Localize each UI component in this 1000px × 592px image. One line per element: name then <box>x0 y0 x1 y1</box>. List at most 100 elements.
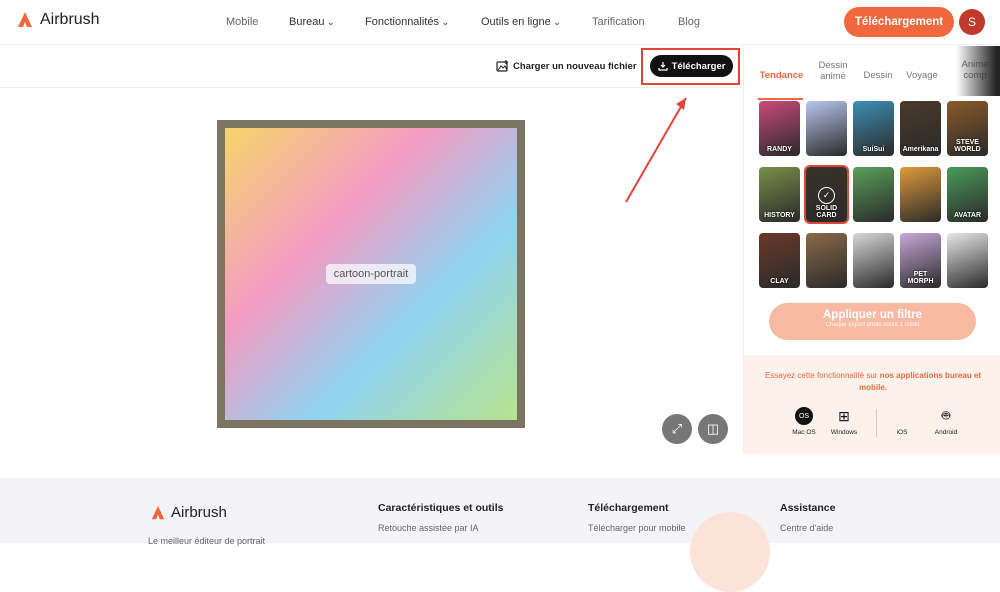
footer-column-download: Téléchargement Télécharger pour mobile <box>588 502 686 533</box>
nav-item-label: Tarification <box>592 16 645 28</box>
nav-item[interactable]: Mobile <box>226 16 258 28</box>
filter-thumbnail[interactable] <box>853 167 894 222</box>
cartoon-portrait-image: cartoon-portrait <box>225 128 517 420</box>
download-image-button[interactable]: Télécharger <box>650 55 733 77</box>
footer-link[interactable]: Centre d'aide <box>780 523 835 533</box>
download-icon <box>657 62 668 71</box>
nav-item[interactable]: Bureau ⌄ <box>289 16 335 28</box>
nav-item-label: Mobile <box>226 16 259 28</box>
editor-workspace: Charger un nouveau fichier Télécharger c… <box>0 46 743 454</box>
nav-item[interactable]: Fonctionnalités ⌄ <box>365 16 449 28</box>
compare-icon: ◫ <box>706 421 720 436</box>
user-avatar[interactable]: S <box>959 9 985 35</box>
promo-text-plain: Essayez cette fonctionnalité sur <box>764 371 878 380</box>
tab-dessin[interactable]: Dessin <box>862 70 894 81</box>
apply-filter-cost: Chaque export photo coûte 1 crédit <box>825 322 920 328</box>
download-app-button[interactable]: Téléchargement <box>844 7 954 37</box>
filter-thumbnail-label: SuiSui <box>862 146 885 153</box>
brand-logo[interactable]: Airbrush <box>16 11 100 29</box>
filter-thumbnail[interactable] <box>900 167 941 222</box>
chevron-down-icon: ⌄ <box>439 17 450 27</box>
footer-link[interactable]: Télécharger pour mobile <box>588 523 686 533</box>
tab-tendance[interactable]: Tendance <box>759 70 804 81</box>
filter-thumbnail[interactable]: STEVE WORLD <box>947 101 988 156</box>
filter-thumbnail-label: PET MORPH <box>907 271 934 285</box>
windows-icon: ⊞ <box>838 407 850 424</box>
footer-brand-logo[interactable]: Airbrush <box>150 504 227 521</box>
platform-macos[interactable]: OS Mac OS <box>784 407 824 436</box>
platform-ios-label: iOS <box>896 429 908 436</box>
apple-icon <box>893 407 911 425</box>
platform-divider <box>876 409 877 437</box>
upload-new-file-button[interactable]: Charger un nouveau fichier <box>496 60 637 72</box>
footer-brand-name: Airbrush <box>171 504 227 521</box>
airbrush-logo-icon <box>18 12 32 27</box>
filter-thumbnail[interactable]: AVATAR <box>947 167 988 222</box>
filter-thumbnail-label: Amerikana <box>902 146 939 153</box>
platform-macos-label: Mac OS <box>792 429 816 436</box>
footer-tagline: Le meilleur éditeur de portrait <box>148 536 266 546</box>
filter-thumbnail[interactable]: Amerikana <box>900 101 941 156</box>
platform-windows-label: Windows <box>830 429 858 436</box>
footer-heading: Caractéristiques et outils <box>378 502 504 514</box>
platform-android-label: Android <box>934 429 958 436</box>
footer-heading: Téléchargement <box>588 502 669 514</box>
promo-text: Essayez cette fonctionnalité sur nos app… <box>762 370 984 394</box>
filter-thumbnail-label: AVATAR <box>953 212 982 219</box>
promo-text-bold: nos applications bureau et mobile. <box>858 371 982 392</box>
filter-thumbnail-label: HISTORY <box>764 212 795 219</box>
image-canvas: cartoon-portrait <box>217 120 525 428</box>
expand-icon: ⤢ <box>671 421 683 436</box>
filter-thumbnail[interactable] <box>947 233 988 288</box>
nav-item-label: Fonctionnalités <box>365 16 439 28</box>
compare-button[interactable]: ◫ <box>698 414 728 444</box>
filter-thumbnail[interactable]: HISTORY <box>759 167 800 222</box>
nav-item-label: Outils en ligne <box>481 16 551 28</box>
tab-voyage[interactable]: Voyage <box>904 70 940 81</box>
brand-name: Airbrush <box>40 11 100 28</box>
footer-column-support: Assistance Centre d'aide <box>780 502 835 533</box>
platform-windows[interactable]: ⊞ Windows <box>824 407 864 437</box>
tab-dessin-animé[interactable]: Dessin animé <box>816 60 850 82</box>
filter-thumbnail-label: STEVE WORLD <box>954 139 981 153</box>
filter-thumbnail[interactable]: PET MORPH <box>900 233 941 288</box>
image-upload-icon <box>496 60 508 72</box>
platform-ios[interactable]: iOS <box>882 407 922 436</box>
tabs-scroll-fade[interactable] <box>956 46 1000 96</box>
filter-thumbnail[interactable] <box>806 101 847 156</box>
filter-thumbnail[interactable] <box>806 233 847 288</box>
filter-thumbnail[interactable]: SOLID CARD ✓ <box>804 165 849 224</box>
nav-item[interactable]: Blog <box>678 16 700 28</box>
filter-thumbnail-label: CLAY <box>770 278 789 285</box>
checkmark-icon: ✓ <box>818 187 835 204</box>
nav-item-label: Bureau <box>289 16 325 28</box>
filter-thumbnail-label: SOLID CARD <box>815 205 838 219</box>
airbrush-logo-icon <box>151 505 165 519</box>
canvas-image-name: cartoon-portrait <box>325 264 417 284</box>
editor-toolbar: Charger un nouveau fichier Télécharger <box>0 46 743 88</box>
filter-thumbnail[interactable] <box>853 233 894 288</box>
filter-thumbnail[interactable]: RANDY <box>759 101 800 156</box>
apply-filter-button[interactable]: Appliquer un filtre Chaque export photo … <box>769 303 976 340</box>
footer-link[interactable]: Retouche assistée par IA <box>378 523 503 533</box>
apply-filter-label: Appliquer un filtre <box>822 309 923 321</box>
filter-thumbnail[interactable]: CLAY <box>759 233 800 288</box>
footer-heading: Assistance <box>780 502 836 514</box>
top-nav-bar: Airbrush Mobile Bureau ⌄ Fonctionnalités ⌄… <box>0 0 1000 45</box>
footer-decoration <box>690 512 770 592</box>
nav-item[interactable]: Outils en ligne ⌄ <box>481 16 561 28</box>
filter-thumbnail[interactable]: SuiSui <box>853 101 894 156</box>
filter-panel: TendanceDessin animéDessinVoyageAnime co… <box>743 46 1000 454</box>
platform-android[interactable]: 🤖︎ Android <box>926 407 966 436</box>
download-image-label: Télécharger <box>671 60 726 72</box>
app-promo-box: Essayez cette fonctionnalité sur nos app… <box>744 355 1000 454</box>
chevron-down-icon: ⌄ <box>550 17 561 27</box>
macos-icon: OS <box>795 407 813 425</box>
annotation-arrow <box>625 97 687 203</box>
active-tab-indicator <box>758 98 803 100</box>
footer-column-features: Caractéristiques et outils Retouche assi… <box>378 502 503 533</box>
site-footer: Airbrush Le meilleur éditeur de portrait… <box>0 478 1000 592</box>
expand-button[interactable]: ⤢ <box>662 414 692 444</box>
upload-new-file-label: Charger un nouveau fichier <box>513 60 637 72</box>
nav-item[interactable]: Tarification <box>592 16 645 28</box>
